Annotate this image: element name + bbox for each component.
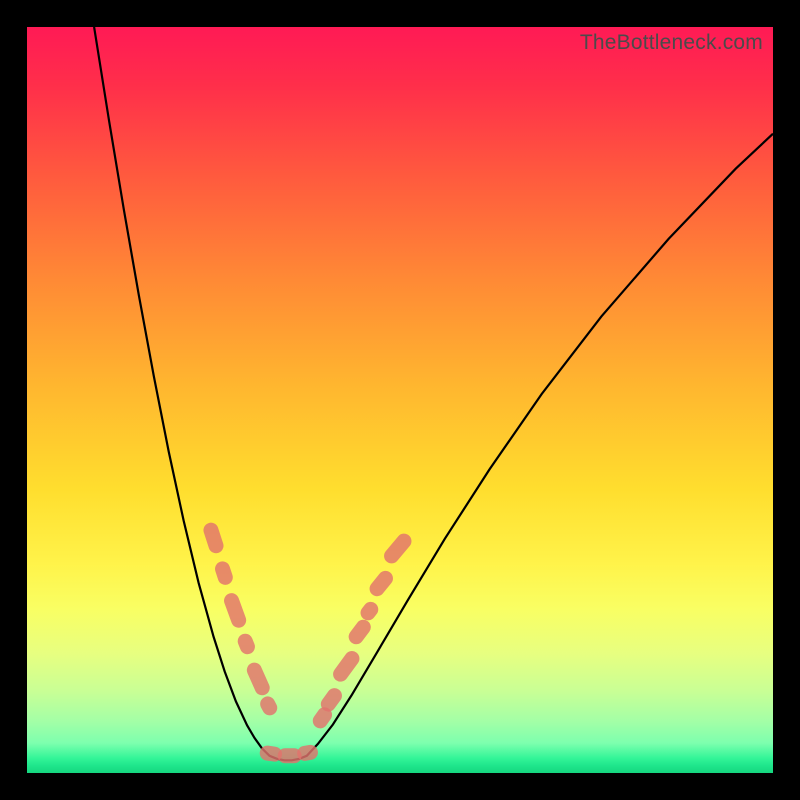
curve-path [94, 27, 773, 760]
marker-capsule [222, 591, 248, 630]
marker-capsule [381, 531, 415, 567]
plot-area: TheBottleneck.com [27, 27, 773, 773]
marker-capsule [202, 521, 226, 555]
marker-capsule [367, 568, 396, 599]
marker-capsule [358, 599, 382, 624]
outer-frame: TheBottleneck.com [0, 0, 800, 800]
marker-capsule [346, 617, 374, 648]
marker-capsule [235, 631, 257, 656]
marker-capsule [330, 648, 362, 685]
marker-capsule [258, 694, 280, 718]
curve-layer [27, 27, 773, 773]
marker-capsule [213, 559, 235, 586]
marker-capsule [244, 660, 272, 697]
watermark-text: TheBottleneck.com [580, 31, 763, 55]
bottleneck-curve [94, 27, 773, 760]
